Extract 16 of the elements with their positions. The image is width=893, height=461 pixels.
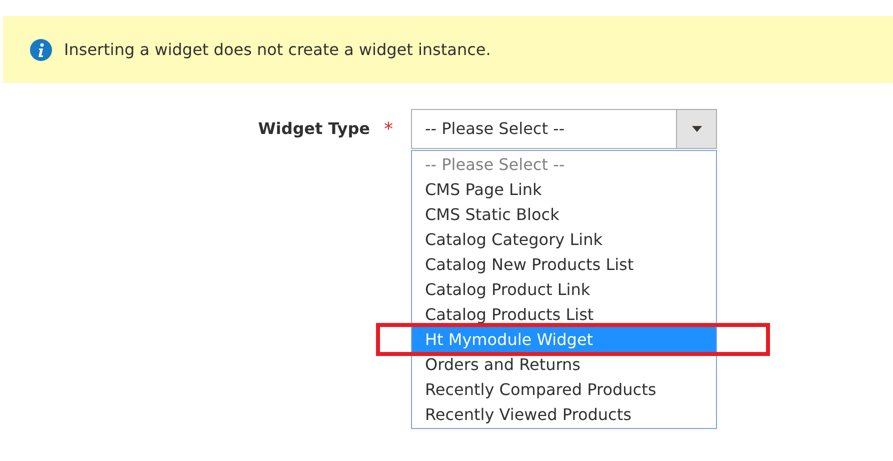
- dropdown-option[interactable]: Recently Viewed Products: [412, 402, 716, 427]
- info-icon: [30, 38, 52, 60]
- dropdown-option[interactable]: CMS Static Block: [412, 202, 716, 227]
- dropdown-option[interactable]: Recently Compared Products: [412, 377, 716, 402]
- widget-type-select[interactable]: -- Please Select --: [411, 109, 717, 149]
- dropdown-option[interactable]: Catalog Product Link: [412, 277, 716, 302]
- caret-icon: [692, 126, 702, 132]
- dropdown-option[interactable]: Catalog New Products List: [412, 252, 716, 277]
- dropdown-option[interactable]: -- Please Select --: [412, 152, 716, 177]
- field-label: Widget Type: [258, 118, 370, 140]
- dropdown-option[interactable]: Orders and Returns: [412, 352, 716, 377]
- notice-message: Inserting a widget does not create a widget instance.: [64, 38, 491, 60]
- dropdown-option[interactable]: Catalog Category Link: [412, 227, 716, 252]
- dropdown-option[interactable]: CMS Page Link: [412, 177, 716, 202]
- dropdown-option[interactable]: Catalog Products List: [412, 302, 716, 327]
- required-asterisk: *: [384, 118, 393, 142]
